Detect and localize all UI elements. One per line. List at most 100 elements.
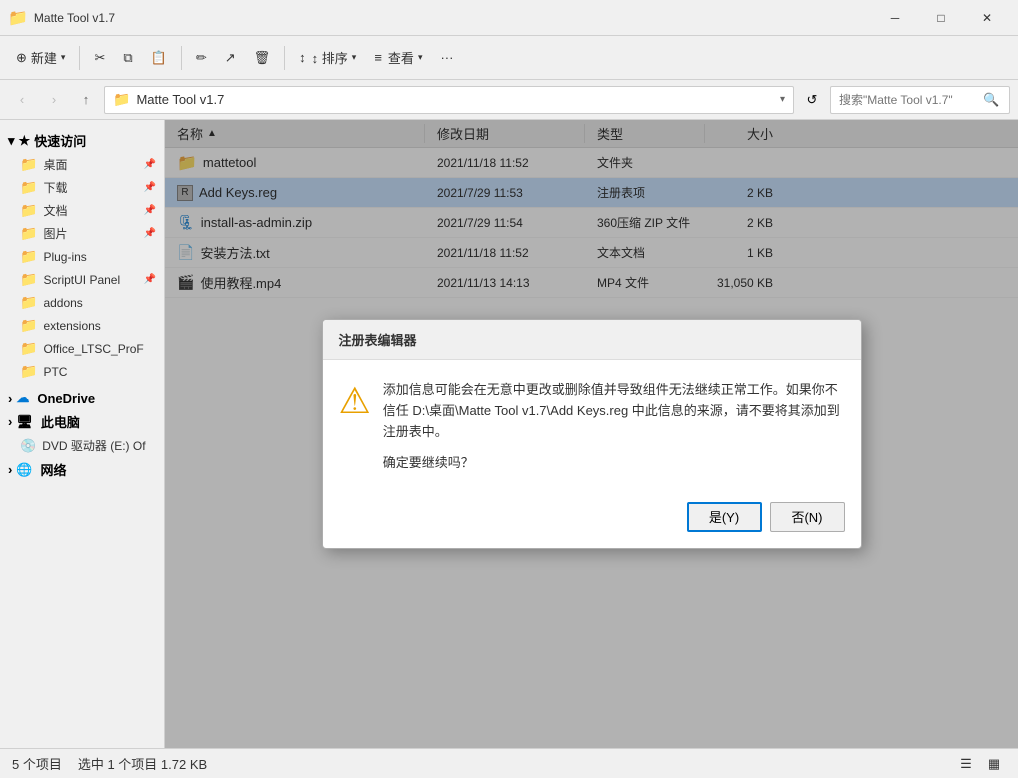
cloud-icon: ☁ <box>16 390 29 406</box>
rename-button[interactable]: ✏ <box>188 46 215 70</box>
warning-icon: ⚠ <box>339 380 371 473</box>
sidebar-item-desktop[interactable]: 📁 桌面 📌 <box>0 153 164 176</box>
toolbar-separator-2 <box>181 46 182 70</box>
thispc-header[interactable]: › 🖥 此电脑 <box>0 409 164 434</box>
sort-dropdown-icon: ▾ <box>352 52 357 63</box>
more-button[interactable]: ··· <box>432 46 461 69</box>
paste-icon: 📋 <box>151 50 167 66</box>
address-bar[interactable]: 📁 Matte Tool v1.7 ▾ <box>104 86 794 114</box>
cut-button[interactable]: ✂ <box>86 46 113 70</box>
address-dropdown-icon[interactable]: ▾ <box>780 94 785 105</box>
maximize-button[interactable]: □ <box>918 0 964 36</box>
toolbar-separator-3 <box>284 46 285 70</box>
statusbar: 5 个项目 选中 1 个项目 1.72 KB ☰ ▦ <box>0 748 1018 778</box>
sidebar-item-pictures[interactable]: 📁 图片 📌 <box>0 222 164 245</box>
status-selected: 选中 1 个项目 1.72 KB <box>78 754 207 773</box>
delete-button[interactable]: 🗑 <box>246 46 279 70</box>
addressbar: ‹ › ↑ 📁 Matte Tool v1.7 ▾ ↺ 🔍 <box>0 80 1018 120</box>
search-input[interactable] <box>839 93 979 107</box>
dialog-buttons: 是(Y) 否(N) <box>323 494 861 548</box>
minimize-button[interactable]: ─ <box>872 0 918 36</box>
file-list: 名称 ▲ 修改日期 类型 大小 📁 mattetool 2021/11/18 1… <box>165 120 1018 748</box>
expand-arrow-icon: › <box>8 414 12 429</box>
network-icon: 🌐 <box>16 462 32 478</box>
statusbar-right: ☰ ▦ <box>954 752 1006 776</box>
forward-button[interactable]: › <box>40 86 68 114</box>
no-button[interactable]: 否(N) <box>770 502 845 532</box>
folder-icon: 📁 <box>20 363 37 380</box>
toolbar-separator-1 <box>79 46 80 70</box>
close-button[interactable]: ✕ <box>964 0 1010 36</box>
folder-icon: 📁 <box>20 179 37 196</box>
share-button[interactable]: ↗ <box>217 46 244 70</box>
network-header[interactable]: › 🌐 网络 <box>0 457 164 482</box>
folder-icon: 📁 <box>20 156 37 173</box>
new-dropdown-icon: ▾ <box>61 52 66 63</box>
folder-icon: 📁 <box>20 248 37 265</box>
sort-button[interactable]: ↕ ↕ 排序 ▾ <box>291 44 364 71</box>
pin-icon: 📌 <box>144 228 156 239</box>
yes-button[interactable]: 是(Y) <box>687 502 762 532</box>
new-button[interactable]: ⊕ 新建 ▾ <box>8 44 73 71</box>
sidebar-item-dvd[interactable]: 💿 DVD 驱动器 (E:) Of <box>0 434 164 457</box>
dialog-overlay: 注册表编辑器 ⚠ 添加信息可能会在无意中更改或删除值并导致组件无法继续正常工作。… <box>165 120 1018 748</box>
sidebar-item-extensions[interactable]: 📁 extensions <box>0 314 164 337</box>
search-box[interactable]: 🔍 <box>830 86 1010 114</box>
copy-icon: ⧉ <box>123 50 132 66</box>
folder-icon: 📁 <box>20 202 37 219</box>
expand-arrow-icon: › <box>8 391 12 406</box>
folder-icon: 📁 <box>20 340 37 357</box>
titlebar-icon: 📁 <box>8 8 28 28</box>
sidebar-item-plugins[interactable]: 📁 Plug-ins <box>0 245 164 268</box>
quick-access-header[interactable]: ▾ ★ 快速访问 <box>0 128 164 153</box>
folder-icon: 📁 <box>20 294 37 311</box>
pin-icon: 📌 <box>144 205 156 216</box>
dialog-content: 添加信息可能会在无意中更改或删除值并导致组件无法继续正常工作。如果你不信任 D:… <box>383 380 845 473</box>
pin-icon: 📌 <box>144 159 156 170</box>
view-icon: ≡ <box>374 50 382 65</box>
sidebar-item-downloads[interactable]: 📁 下载 📌 <box>0 176 164 199</box>
sort-icon: ↕ <box>299 50 306 65</box>
search-icon: 🔍 <box>983 92 999 108</box>
more-icon: ··· <box>440 50 453 65</box>
back-button[interactable]: ‹ <box>8 86 36 114</box>
sidebar-item-documents[interactable]: 📁 文档 📌 <box>0 199 164 222</box>
registry-dialog: 注册表编辑器 ⚠ 添加信息可能会在无意中更改或删除值并导致组件无法继续正常工作。… <box>322 319 862 548</box>
titlebar: 📁 Matte Tool v1.7 ─ □ ✕ <box>0 0 1018 36</box>
titlebar-title: Matte Tool v1.7 <box>34 11 872 25</box>
expand-arrow-icon: › <box>8 462 12 477</box>
sidebar-item-scriptui[interactable]: 📁 ScriptUI Panel 📌 <box>0 268 164 291</box>
sidebar-item-ptc[interactable]: 📁 PTC <box>0 360 164 383</box>
status-count: 5 个项目 <box>12 754 62 773</box>
share-icon: ↗ <box>225 50 236 66</box>
dialog-confirm: 确定要继续吗？ <box>383 453 845 474</box>
pc-icon: 🖥 <box>16 414 33 430</box>
view-list-button[interactable]: ☰ <box>954 752 978 776</box>
copy-button[interactable]: ⧉ <box>115 46 140 70</box>
quick-access-icon: ★ <box>19 133 31 149</box>
expand-arrow-icon: ▾ <box>8 133 15 149</box>
sidebar-item-office[interactable]: 📁 Office_LTSC_ProF <box>0 337 164 360</box>
dvd-icon: 💿 <box>20 438 36 454</box>
address-folder-icon: 📁 <box>113 91 130 108</box>
onedrive-header[interactable]: › ☁ OneDrive <box>0 387 164 409</box>
sidebar-item-addons[interactable]: 📁 addons <box>0 291 164 314</box>
quick-access-section: ▾ ★ 快速访问 📁 桌面 📌 📁 下载 📌 📁 文档 📌 📁 图 <box>0 128 164 383</box>
delete-icon: 🗑 <box>254 50 271 66</box>
folder-icon: 📁 <box>20 225 37 242</box>
folder-icon: 📁 <box>20 271 37 288</box>
paste-button[interactable]: 📋 <box>143 46 175 70</box>
up-button[interactable]: ↑ <box>72 86 100 114</box>
toolbar: ⊕ 新建 ▾ ✂ ⧉ 📋 ✏ ↗ 🗑 ↕ ↕ 排序 ▾ ≡ 查看 ▾ ··· <box>0 36 1018 80</box>
rename-icon: ✏ <box>196 50 207 66</box>
view-grid-button[interactable]: ▦ <box>982 752 1006 776</box>
refresh-button[interactable]: ↺ <box>798 86 826 114</box>
pin-icon: 📌 <box>144 274 156 285</box>
dialog-message: 添加信息可能会在无意中更改或删除值并导致组件无法继续正常工作。如果你不信任 D:… <box>383 380 845 442</box>
view-dropdown-icon: ▾ <box>418 52 423 63</box>
view-button[interactable]: ≡ 查看 ▾ <box>366 44 430 71</box>
main-area: ▾ ★ 快速访问 📁 桌面 📌 📁 下载 📌 📁 文档 📌 📁 图 <box>0 120 1018 748</box>
cut-icon: ✂ <box>94 50 105 66</box>
folder-icon: 📁 <box>20 317 37 334</box>
dialog-title: 注册表编辑器 <box>323 320 861 360</box>
